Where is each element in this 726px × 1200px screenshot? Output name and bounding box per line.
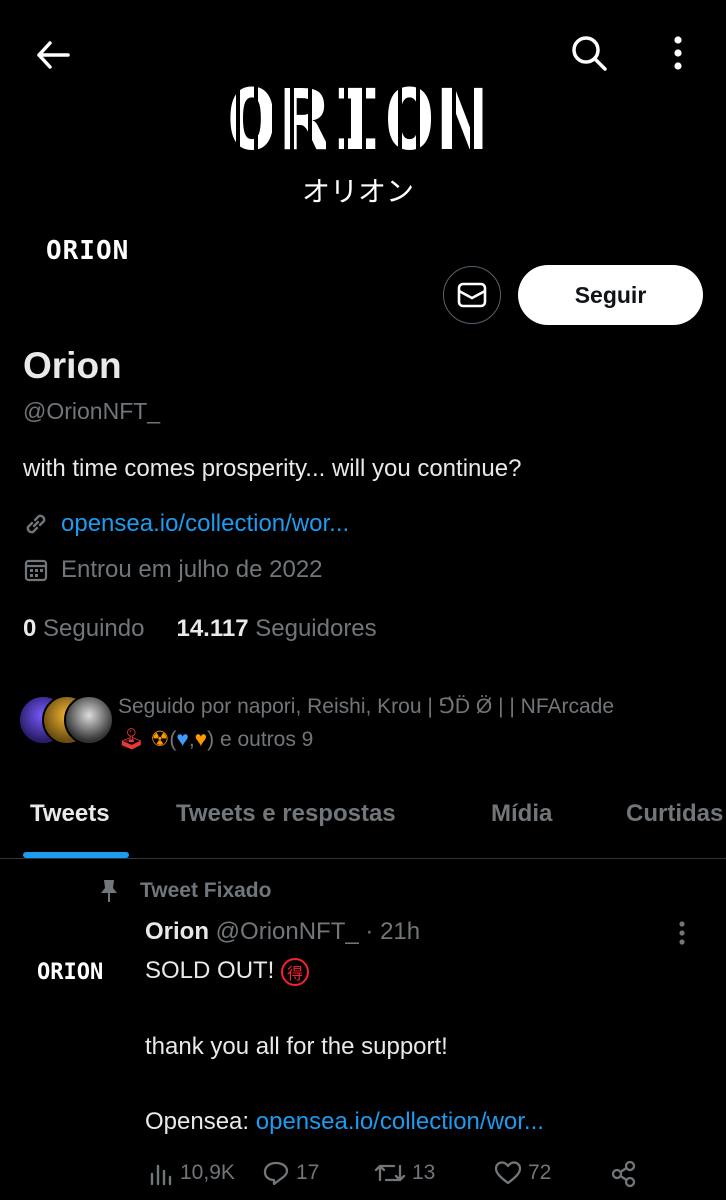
tweet-sold-out: SOLD OUT! (145, 957, 275, 984)
banner-kana: オリオン (301, 176, 414, 207)
likes-count: 72 (528, 1161, 552, 1184)
avatar[interactable]: ORION (46, 236, 129, 266)
tweet-avatar[interactable]: ORION (37, 960, 103, 985)
calendar-icon (23, 557, 49, 583)
joystick-emoji: 🕹 (118, 728, 145, 751)
pinned-label: Tweet Fixado (140, 879, 272, 902)
tweet-text-line2: thank you all for the support! (145, 1033, 448, 1060)
followed-by-line2: 🕹 ☢(♥,♥) e outros 9 (118, 728, 314, 751)
share-icon (610, 1160, 638, 1188)
followers-avatars[interactable] (18, 693, 114, 745)
retweet-icon (374, 1160, 406, 1186)
more-vertical-icon[interactable] (658, 30, 698, 76)
profile-bio: with time comes prosperity... will you c… (23, 455, 522, 482)
message-button[interactable] (443, 266, 501, 324)
tab-media[interactable]: Mídia (491, 800, 552, 828)
profile-handle: @OrionNFT_ (23, 398, 161, 424)
tweet-author-name[interactable]: Orion (145, 918, 209, 945)
link-icon (23, 511, 49, 537)
profile-joined: Entrou em julho de 2022 (61, 556, 323, 583)
followed-by-suffix: ) e outros 9 (207, 728, 314, 751)
profile-joined-row: Entrou em julho de 2022 (23, 556, 323, 584)
replies-count: 17 (296, 1161, 320, 1184)
profile-tabs: Tweets Tweets e respostas Mídia Curtidas (0, 790, 726, 858)
followers-count-link[interactable]: 14.117 Seguidores (176, 615, 376, 643)
search-icon[interactable] (566, 30, 612, 76)
following-count-link[interactable]: 0 Seguindo (23, 615, 144, 643)
views-count: 10,9K (180, 1161, 235, 1184)
retweets-count: 13 (412, 1161, 436, 1184)
blue-heart-emoji: ♥ (176, 728, 189, 751)
followed-by-text[interactable]: Seguido por napori, Reishi, Krou | ⅁̇D̈ … (118, 690, 708, 756)
badge-emoji: 得 (281, 957, 310, 986)
followers-label: Seguidores (255, 615, 377, 642)
following-label: Seguindo (43, 615, 145, 642)
mail-icon (457, 282, 487, 308)
views-icon (148, 1160, 174, 1186)
followed-by-line1: Seguido por napori, Reishi, Krou | ⅁̇D̈ … (118, 695, 615, 718)
back-arrow-icon[interactable] (30, 32, 76, 78)
profile-name: Orion (23, 345, 122, 386)
views-action[interactable]: 10,9K (148, 1160, 235, 1186)
tweet-text-line3: Opensea: opensea.io/collection/wor... (145, 1108, 544, 1136)
tab-likes[interactable]: Curtidas (626, 800, 723, 828)
tweet-time[interactable]: · 21h (365, 918, 420, 945)
profile-link-row: opensea.io/collection/wor... (23, 510, 349, 538)
profile-link[interactable]: opensea.io/collection/wor... (61, 510, 349, 538)
pinned-label-row: Tweet Fixado (98, 878, 271, 904)
orange-heart-emoji: ♥ (194, 728, 208, 751)
retweet-action[interactable]: 13 (374, 1160, 435, 1186)
share-action[interactable] (610, 1160, 638, 1188)
tweet-header: Orion @OrionNFT_ · 21h (145, 918, 420, 946)
following-count: 0 (23, 615, 37, 642)
follow-button[interactable]: Seguir (518, 265, 703, 325)
banner-logo: ORION (222, 78, 494, 162)
like-action[interactable]: 72 (494, 1160, 551, 1186)
follow-counts: 0 Seguindo 14.117 Seguidores (23, 615, 377, 643)
like-icon (494, 1160, 522, 1186)
tab-tweets-replies[interactable]: Tweets e respostas (176, 800, 396, 828)
radioactive-emoji: ☢ (150, 728, 170, 751)
tweet-text-line1: SOLD OUT! 得 (145, 957, 310, 986)
reply-action[interactable]: 17 (262, 1160, 319, 1186)
tweet-author-handle[interactable]: @OrionNFT_ (216, 918, 359, 945)
tweet-opensea-label: Opensea: (145, 1108, 250, 1135)
pin-icon (98, 878, 120, 904)
reply-icon (262, 1160, 290, 1186)
tweet-actions: 10,9K 17 13 72 (148, 1160, 668, 1194)
tweet-link[interactable]: opensea.io/collection/wor... (256, 1108, 544, 1135)
tweet-more-icon[interactable] (678, 920, 686, 946)
followers-count: 14.117 (176, 615, 249, 642)
divider (0, 858, 726, 859)
tab-tweets[interactable]: Tweets (30, 800, 110, 828)
follower-avatar (64, 695, 114, 745)
